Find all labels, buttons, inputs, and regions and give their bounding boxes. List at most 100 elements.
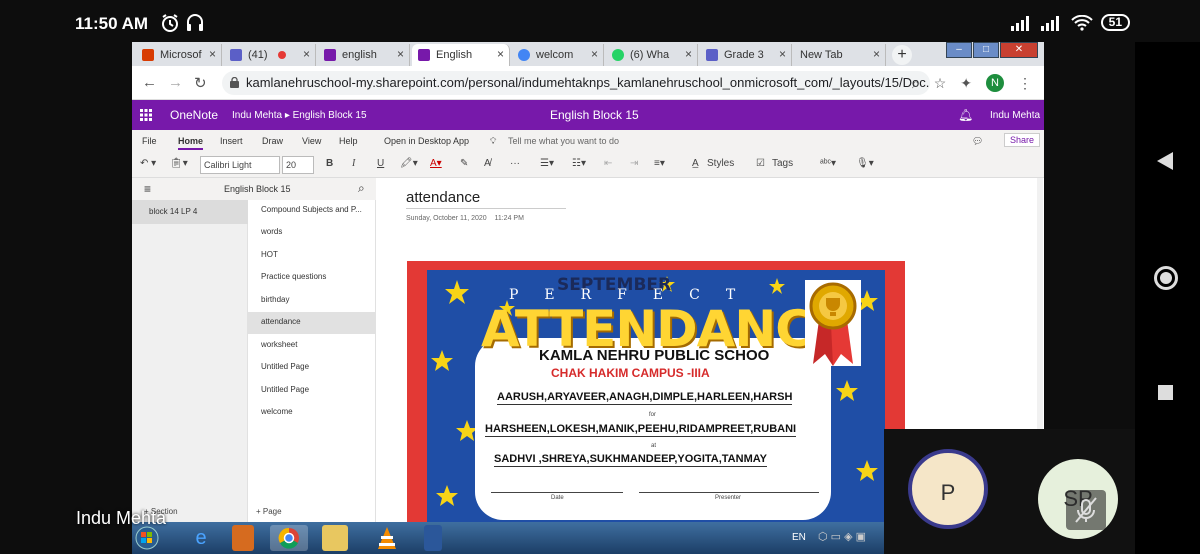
android-recents-icon[interactable] <box>1158 385 1173 400</box>
close-tab-icon[interactable]: × <box>873 47 880 61</box>
android-back-icon[interactable] <box>1157 152 1173 170</box>
search-icon[interactable]: ⌕ <box>358 181 365 196</box>
menu-kebab-icon[interactable]: ⋮ <box>1018 75 1032 92</box>
bullets-icon[interactable]: ☰▾ <box>540 158 554 169</box>
spelling-icon[interactable]: ᵃᵇᶜ▾ <box>820 158 836 169</box>
tab-view[interactable]: View <box>302 136 321 146</box>
browser-tab[interactable]: (41) × <box>224 44 316 66</box>
page-item[interactable]: HOT <box>248 245 376 267</box>
close-tab-icon[interactable]: × <box>685 47 692 61</box>
clear-format-icon[interactable]: A̸ <box>484 158 491 169</box>
bold-button[interactable]: B <box>326 158 333 169</box>
maximize-button[interactable]: □ <box>973 42 999 58</box>
close-tab-icon[interactable]: × <box>397 47 404 61</box>
tags-button[interactable]: Tags <box>772 158 793 169</box>
tab-insert[interactable]: Insert <box>220 136 243 146</box>
dictate-icon[interactable]: 🎙︎▾ <box>856 158 874 169</box>
word-icon[interactable] <box>424 525 442 551</box>
page-item[interactable]: words <box>248 222 376 244</box>
page-item[interactable]: Compound Subjects and P... <box>248 200 376 222</box>
minimize-button[interactable]: – <box>946 42 972 58</box>
back-icon[interactable]: ← <box>142 74 157 91</box>
page-item[interactable]: welcome <box>248 402 376 424</box>
user-name[interactable]: Indu Mehta <box>990 110 1040 121</box>
breadcrumb[interactable]: Indu Mehta ▸ English Block 15 <box>232 110 367 121</box>
participant-tile[interactable]: P <box>884 429 1010 554</box>
new-tab-button[interactable]: + <box>892 45 912 65</box>
add-page-button[interactable]: + Page <box>256 507 282 516</box>
forward-icon[interactable]: → <box>168 74 183 91</box>
page-title[interactable]: attendance <box>406 189 566 209</box>
notebook-name[interactable]: English Block 15 <box>224 184 291 194</box>
highlight-icon[interactable]: 🖍︎▾ <box>400 158 418 169</box>
url-field[interactable]: kamlanehruschool-my.sharepoint.com/perso… <box>222 71 930 95</box>
close-tab-icon[interactable]: × <box>303 47 310 61</box>
italic-button[interactable]: I <box>352 158 355 169</box>
file-explorer-icon[interactable] <box>322 525 348 551</box>
attendance-certificate-image[interactable]: SEPTEMBER PERFECT ATTENDANC KAMLA NEHRU … <box>407 261 905 522</box>
at-label: at <box>651 443 657 449</box>
student-names-3: SADHVI ,SHREYA,SUKHMANDEEP,YOGITA,TANMAY <box>494 453 768 467</box>
tab-file[interactable]: File <box>142 136 157 146</box>
indent-icon[interactable]: ⇥ <box>630 158 638 169</box>
more-options-icon[interactable]: ··· <box>510 158 520 169</box>
media-player-icon[interactable] <box>232 525 254 551</box>
browser-tab-active[interactable]: English × <box>412 44 510 66</box>
browser-tab[interactable]: welcom × <box>512 44 604 66</box>
open-desktop-app[interactable]: Open in Desktop App <box>384 136 469 146</box>
align-icon[interactable]: ≡▾ <box>654 158 665 169</box>
browser-tab[interactable]: (6) Wha × <box>606 44 698 66</box>
close-window-button[interactable]: ✕ <box>1000 42 1038 58</box>
font-family-select[interactable]: Calibri Light <box>200 156 280 174</box>
extensions-icon[interactable]: ✦ <box>960 75 972 92</box>
page-item[interactable]: Practice questions <box>248 267 376 289</box>
section-item[interactable]: block 14 LP 4 <box>132 200 248 224</box>
browser-tab[interactable]: New Tab × <box>794 44 886 66</box>
close-tab-icon[interactable]: × <box>209 47 216 61</box>
browser-tab[interactable]: Grade 3 × <box>700 44 792 66</box>
chrome-icon[interactable] <box>270 525 308 551</box>
close-tab-icon[interactable]: × <box>497 47 504 61</box>
app-name[interactable]: OneNote <box>170 108 218 122</box>
numbering-icon[interactable]: ☷▾ <box>572 158 586 169</box>
tray-icons[interactable]: ⬡ ▭ ◈ ▣ <box>818 530 866 543</box>
tags-icon[interactable]: ☑ <box>756 158 765 169</box>
page-item-selected[interactable]: attendance <box>248 312 376 334</box>
zoom-icon[interactable]: ⌕ <box>912 75 920 92</box>
close-tab-icon[interactable]: × <box>779 47 786 61</box>
styles-button[interactable]: Styles <box>707 158 734 169</box>
page-item[interactable]: Untitled Page <box>248 357 376 379</box>
browser-tab[interactable]: Microsof × <box>136 44 222 66</box>
reload-icon[interactable]: ↻ <box>194 74 207 92</box>
outdent-icon[interactable]: ⇤ <box>604 158 612 169</box>
close-tab-icon[interactable]: × <box>591 47 598 61</box>
profile-avatar[interactable]: N <box>986 74 1004 92</box>
internet-explorer-icon[interactable]: e <box>182 525 220 551</box>
tell-me-box[interactable]: Tell me what you want to do <box>508 136 619 146</box>
notification-bell-icon[interactable]: 🔔︎ <box>958 108 973 122</box>
clipboard-icon[interactable]: 📋︎▾ <box>170 158 188 169</box>
share-button[interactable]: Share <box>1003 133 1040 147</box>
tab-help[interactable]: Help <box>339 136 358 146</box>
bookmark-star-icon[interactable]: ☆ <box>934 75 947 92</box>
hamburger-icon[interactable]: ≡ <box>144 182 151 196</box>
app-launcher-icon[interactable] <box>140 109 152 121</box>
tab-draw[interactable]: Draw <box>262 136 283 146</box>
browser-tab[interactable]: english × <box>318 44 410 66</box>
page-item[interactable]: birthday <box>248 290 376 312</box>
vlc-icon[interactable] <box>372 525 410 551</box>
page-item[interactable]: Untitled Page <box>248 380 376 402</box>
format-painter-icon[interactable]: ✎ <box>460 158 468 169</box>
comments-icon[interactable]: 💬︎ <box>972 136 983 147</box>
font-color-icon[interactable]: A▾ <box>430 158 442 169</box>
android-home-icon[interactable] <box>1154 266 1178 290</box>
font-size-select[interactable]: 20 <box>282 156 314 174</box>
onenote-icon <box>324 49 336 61</box>
tab-home[interactable]: Home <box>178 136 204 150</box>
underline-button[interactable]: U <box>377 158 384 169</box>
date-line <box>491 492 623 493</box>
undo-icon[interactable]: ↶ ▾ <box>140 158 156 169</box>
page-item[interactable]: worksheet <box>248 335 376 357</box>
language-indicator[interactable]: EN <box>792 532 806 543</box>
styles-icon[interactable]: A̲ <box>692 158 699 169</box>
